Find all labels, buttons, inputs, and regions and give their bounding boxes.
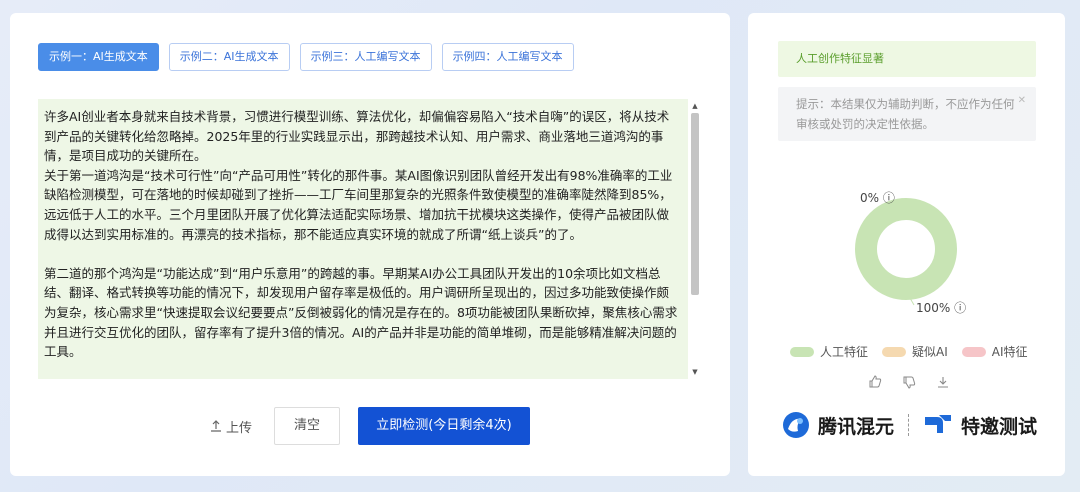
tab-example-3[interactable]: 示例三：人工编写文本 xyxy=(299,43,432,71)
tab-example-1[interactable]: 示例一：AI生成文本 xyxy=(38,43,159,71)
thumbs-down-icon[interactable] xyxy=(902,375,916,389)
legend-item-suspected-ai[interactable]: 疑似AI xyxy=(882,343,948,360)
upload-button[interactable]: 上传 xyxy=(210,417,272,436)
scroll-down-arrow-icon[interactable]: ▼ xyxy=(688,365,702,379)
text-input-area[interactable]: 许多AI创业者本身就来自技术背景，习惯进行模型训练、算法优化，却偏偏容易陷入“技… xyxy=(38,99,702,379)
upload-label: 上传 xyxy=(226,420,253,436)
legend-item-ai[interactable]: AI特征 xyxy=(961,343,1028,360)
brand-name-2: 特邀测试 xyxy=(961,415,1038,438)
donut-chart: 0% ⓘ 100% ⓘ xyxy=(748,181,1065,331)
action-bar: 上传 清空 立即检测(今日剩余4次) xyxy=(210,407,530,445)
brand-divider xyxy=(908,414,910,436)
input-panel: 示例一：AI生成文本 示例二：AI生成文本 示例三：人工编写文本 示例四：人工编… xyxy=(10,13,730,476)
invite-test-logo-icon xyxy=(925,415,952,433)
scroll-up-arrow-icon[interactable]: ▲ xyxy=(688,99,702,113)
vertical-scrollbar[interactable]: ▲ ▼ xyxy=(688,99,702,379)
paragraph: 关于第一道鸿沟是“技术可行性”向“产品可用性”转化的那件事。某AI图像识别团队曾… xyxy=(44,167,673,242)
feedback-bar xyxy=(868,375,950,389)
legend-swatch xyxy=(882,346,907,357)
donut-ring-human xyxy=(855,198,957,300)
paragraph: 第二道的那个鸿沟是“功能达成”到“用户乐意用”的跨越的事。早期某AI办公工具团队… xyxy=(44,265,678,360)
ai-percent-label: 0% ⓘ xyxy=(860,189,895,206)
close-icon[interactable]: ✕ xyxy=(1018,91,1026,111)
brand-footer: 腾讯混元 特邀测试 xyxy=(782,411,1037,439)
text-content[interactable]: 许多AI创业者本身就来自技术背景，习惯进行模型训练、算法优化，却偏偏容易陷入“技… xyxy=(44,107,680,362)
download-icon[interactable] xyxy=(936,375,950,389)
thumbs-up-icon[interactable] xyxy=(868,375,882,389)
legend-label: 人工特征 xyxy=(820,345,869,359)
human-percent-value: 100% xyxy=(916,301,951,315)
scroll-thumb[interactable] xyxy=(691,113,699,295)
example-tabs: 示例一：AI生成文本 示例二：AI生成文本 示例三：人工编写文本 示例四：人工编… xyxy=(38,43,574,71)
brand-name-1: 腾讯混元 xyxy=(818,415,895,438)
ai-percent-value: 0% xyxy=(860,191,880,205)
notice-text: 提示：本结果仅为辅助判断，不应作为任何审核或处罚的决定性依据。 xyxy=(796,97,1015,131)
legend: 人工特征 疑似AI AI特征 xyxy=(790,343,1028,360)
detect-button[interactable]: 立即检测(今日剩余4次) xyxy=(358,407,530,445)
legend-swatch xyxy=(790,346,814,357)
legend-item-human[interactable]: 人工特征 xyxy=(790,343,868,360)
legend-label: 疑似AI xyxy=(912,345,948,359)
legend-swatch xyxy=(961,346,986,357)
result-banner: 人工创作特征显著 xyxy=(778,41,1036,77)
tab-example-4[interactable]: 示例四：人工编写文本 xyxy=(441,43,574,71)
info-icon[interactable]: ⓘ xyxy=(954,301,966,315)
upload-icon xyxy=(211,420,221,432)
info-icon[interactable]: ⓘ xyxy=(883,191,895,205)
donut-svg xyxy=(855,198,957,306)
paragraph: 许多AI创业者本身就来自技术背景，习惯进行模型训练、算法优化，却偏偏容易陷入“技… xyxy=(44,109,670,164)
hunyuan-logo-icon xyxy=(783,412,809,438)
result-panel: 人工创作特征显著 提示：本结果仅为辅助判断，不应作为任何审核或处罚的决定性依据。… xyxy=(748,13,1065,476)
legend-label: AI特征 xyxy=(991,345,1028,359)
clear-button[interactable]: 清空 xyxy=(274,407,340,445)
human-percent-label: 100% ⓘ xyxy=(916,299,966,316)
notice-box: 提示：本结果仅为辅助判断，不应作为任何审核或处罚的决定性依据。 ✕ xyxy=(778,87,1036,141)
tab-example-2[interactable]: 示例二：AI生成文本 xyxy=(168,43,290,71)
